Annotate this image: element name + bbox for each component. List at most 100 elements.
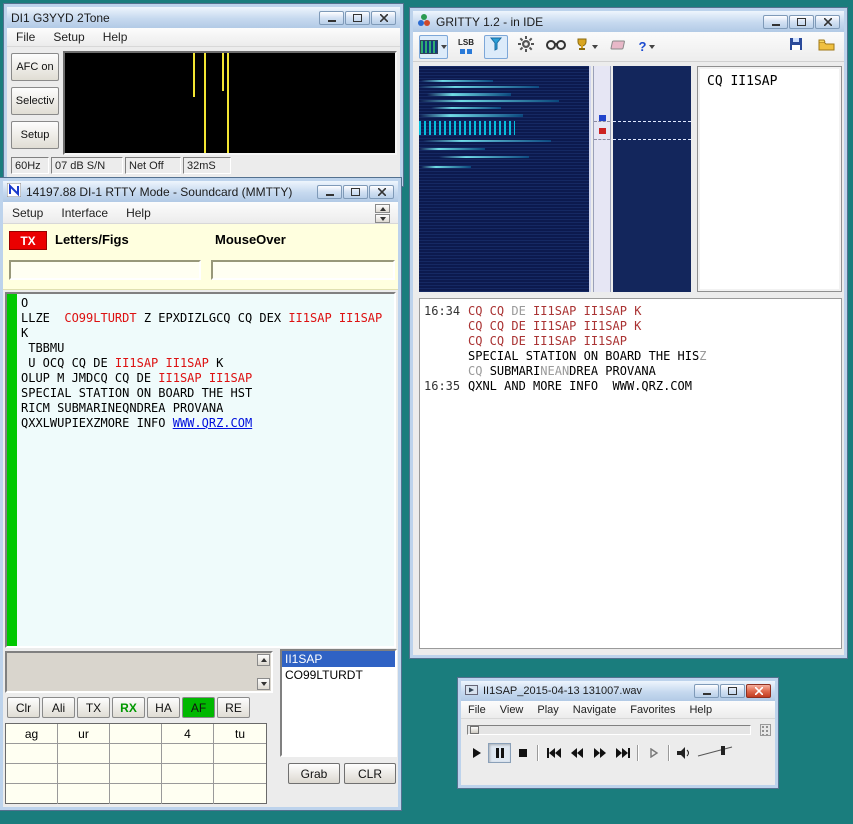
re-button[interactable]: RE bbox=[217, 697, 250, 718]
menu-navigate[interactable]: Navigate bbox=[566, 702, 623, 718]
menu-interface[interactable]: Interface bbox=[52, 204, 117, 222]
menu-play[interactable]: Play bbox=[530, 702, 565, 718]
macro-cell[interactable] bbox=[6, 784, 58, 804]
filter-button[interactable] bbox=[484, 35, 508, 59]
tx-edit-box[interactable] bbox=[5, 651, 273, 693]
spin-down-button[interactable] bbox=[375, 214, 390, 223]
maximize-button[interactable] bbox=[720, 684, 745, 698]
seek-slider[interactable] bbox=[467, 725, 751, 735]
maximize-button[interactable] bbox=[789, 15, 814, 29]
macro-cell[interactable] bbox=[58, 784, 110, 804]
macro-cell[interactable] bbox=[58, 744, 110, 763]
macro-cell[interactable] bbox=[162, 764, 214, 783]
menu-view[interactable]: View bbox=[493, 702, 531, 718]
close-button[interactable] bbox=[815, 15, 840, 29]
callsign-item[interactable]: CO99LTURDT bbox=[282, 667, 395, 683]
spin-up-button[interactable] bbox=[375, 204, 390, 213]
save-button[interactable] bbox=[784, 35, 808, 59]
menu-favorites[interactable]: Favorites bbox=[623, 702, 682, 718]
decoded-text-pane[interactable]: 16:34CQ CQ DE II1SAP II1SAP KCQ CQ DE II… bbox=[419, 298, 842, 649]
speaker-icon[interactable] bbox=[673, 743, 696, 763]
minimize-button[interactable] bbox=[319, 11, 344, 25]
waterfall-display[interactable] bbox=[419, 66, 591, 292]
spectrum-panel[interactable] bbox=[613, 66, 691, 292]
menu-file[interactable]: File bbox=[461, 702, 493, 718]
minimize-button[interactable] bbox=[694, 684, 719, 698]
clear-list-button[interactable]: CLR bbox=[344, 763, 396, 784]
menu-help[interactable]: Help bbox=[117, 204, 160, 222]
pause-button[interactable] bbox=[488, 743, 511, 763]
player-titlebar[interactable]: II1SAP_2015-04-13 131007.wav bbox=[461, 681, 775, 701]
monitor-button[interactable] bbox=[544, 35, 568, 59]
clear-screen-button[interactable] bbox=[605, 35, 629, 59]
macro-cell[interactable] bbox=[6, 744, 58, 763]
minimize-button[interactable] bbox=[317, 185, 342, 199]
gritty-titlebar[interactable]: GRITTY 1.2 - in IDE bbox=[413, 11, 844, 32]
macro-cell[interactable]: ag bbox=[6, 724, 58, 743]
settings-button[interactable] bbox=[514, 35, 538, 59]
slider-grip[interactable] bbox=[760, 724, 771, 736]
macro-cell[interactable]: ur bbox=[58, 724, 110, 743]
maximize-button[interactable] bbox=[345, 11, 370, 25]
sideband-button[interactable]: LSB bbox=[454, 35, 478, 59]
macro-cell[interactable]: 4 bbox=[162, 724, 214, 743]
close-button[interactable] bbox=[369, 185, 394, 199]
help-button[interactable]: ? bbox=[635, 35, 659, 59]
scroll-up-button[interactable] bbox=[257, 654, 270, 666]
waterfall-mode-button[interactable] bbox=[419, 35, 448, 59]
macro-cell[interactable] bbox=[6, 764, 58, 783]
maximize-button[interactable] bbox=[343, 185, 368, 199]
selectiv-button[interactable]: Selectiv bbox=[11, 87, 59, 115]
minimize-button[interactable] bbox=[763, 15, 788, 29]
macro-cell[interactable] bbox=[162, 744, 214, 763]
close-button[interactable] bbox=[746, 684, 771, 698]
letters-figs-input[interactable] bbox=[9, 260, 201, 280]
macro-cell[interactable] bbox=[110, 784, 162, 804]
rx-text-area[interactable]: OLLZE CO99LTURDT Z EPXDIZLGCQ CQ DEX II1… bbox=[5, 292, 396, 648]
spectrum-display[interactable] bbox=[63, 51, 397, 155]
macro-cell[interactable] bbox=[214, 784, 266, 804]
mouseover-input[interactable] bbox=[211, 260, 395, 280]
af-button[interactable]: AF bbox=[182, 697, 215, 718]
callsign-item[interactable]: II1SAP bbox=[282, 651, 395, 667]
volume-slider[interactable] bbox=[696, 743, 738, 764]
macro-cell[interactable] bbox=[162, 784, 214, 804]
macro-cell[interactable] bbox=[58, 764, 110, 783]
open-folder-button[interactable] bbox=[814, 35, 838, 59]
afc-on-button[interactable]: AFC on bbox=[11, 53, 59, 81]
macro-cell[interactable] bbox=[110, 764, 162, 783]
awards-button[interactable] bbox=[574, 35, 599, 59]
macro-cell[interactable] bbox=[214, 764, 266, 783]
ha-button[interactable]: HA bbox=[147, 697, 180, 718]
close-button[interactable] bbox=[371, 11, 396, 25]
macro-cell[interactable]: tu bbox=[214, 724, 266, 743]
cq-monitor-pane[interactable]: CQ II1SAP bbox=[697, 66, 842, 292]
play-button[interactable] bbox=[465, 743, 488, 763]
tx-button[interactable]: TX bbox=[9, 231, 47, 250]
clr-button[interactable]: Clr bbox=[7, 697, 40, 718]
tx-mode-button[interactable]: TX bbox=[77, 697, 110, 718]
callsign-list[interactable]: II1SAP CO99LTURDT bbox=[280, 649, 397, 757]
menu-setup[interactable]: Setup bbox=[3, 204, 52, 222]
fast-forward-button[interactable] bbox=[588, 743, 611, 763]
menu-setup[interactable]: Setup bbox=[44, 28, 93, 46]
ali-button[interactable]: Ali bbox=[42, 697, 75, 718]
menu-help[interactable]: Help bbox=[94, 28, 137, 46]
stop-button[interactable] bbox=[511, 743, 534, 763]
macro-cell[interactable] bbox=[110, 724, 162, 743]
macro-cell[interactable] bbox=[110, 744, 162, 763]
menu-help[interactable]: Help bbox=[682, 702, 719, 718]
twotone-titlebar[interactable]: DI1 G3YYD 2Tone bbox=[7, 7, 400, 28]
tuning-scale[interactable] bbox=[593, 66, 611, 292]
rx-mode-button[interactable]: RX bbox=[112, 697, 145, 718]
grab-button[interactable]: Grab bbox=[288, 763, 340, 784]
menu-file[interactable]: File bbox=[7, 28, 44, 46]
skip-forward-button[interactable] bbox=[611, 743, 634, 763]
mmtty-titlebar[interactable]: 14197.88 DI-1 RTTY Mode - Soundcard (MMT… bbox=[3, 181, 398, 202]
scroll-down-button[interactable] bbox=[257, 678, 270, 690]
skip-back-button[interactable] bbox=[542, 743, 565, 763]
setup-button[interactable]: Setup bbox=[11, 121, 59, 149]
step-button[interactable] bbox=[642, 743, 665, 763]
seek-thumb[interactable] bbox=[470, 726, 479, 734]
macro-cell[interactable] bbox=[214, 744, 266, 763]
